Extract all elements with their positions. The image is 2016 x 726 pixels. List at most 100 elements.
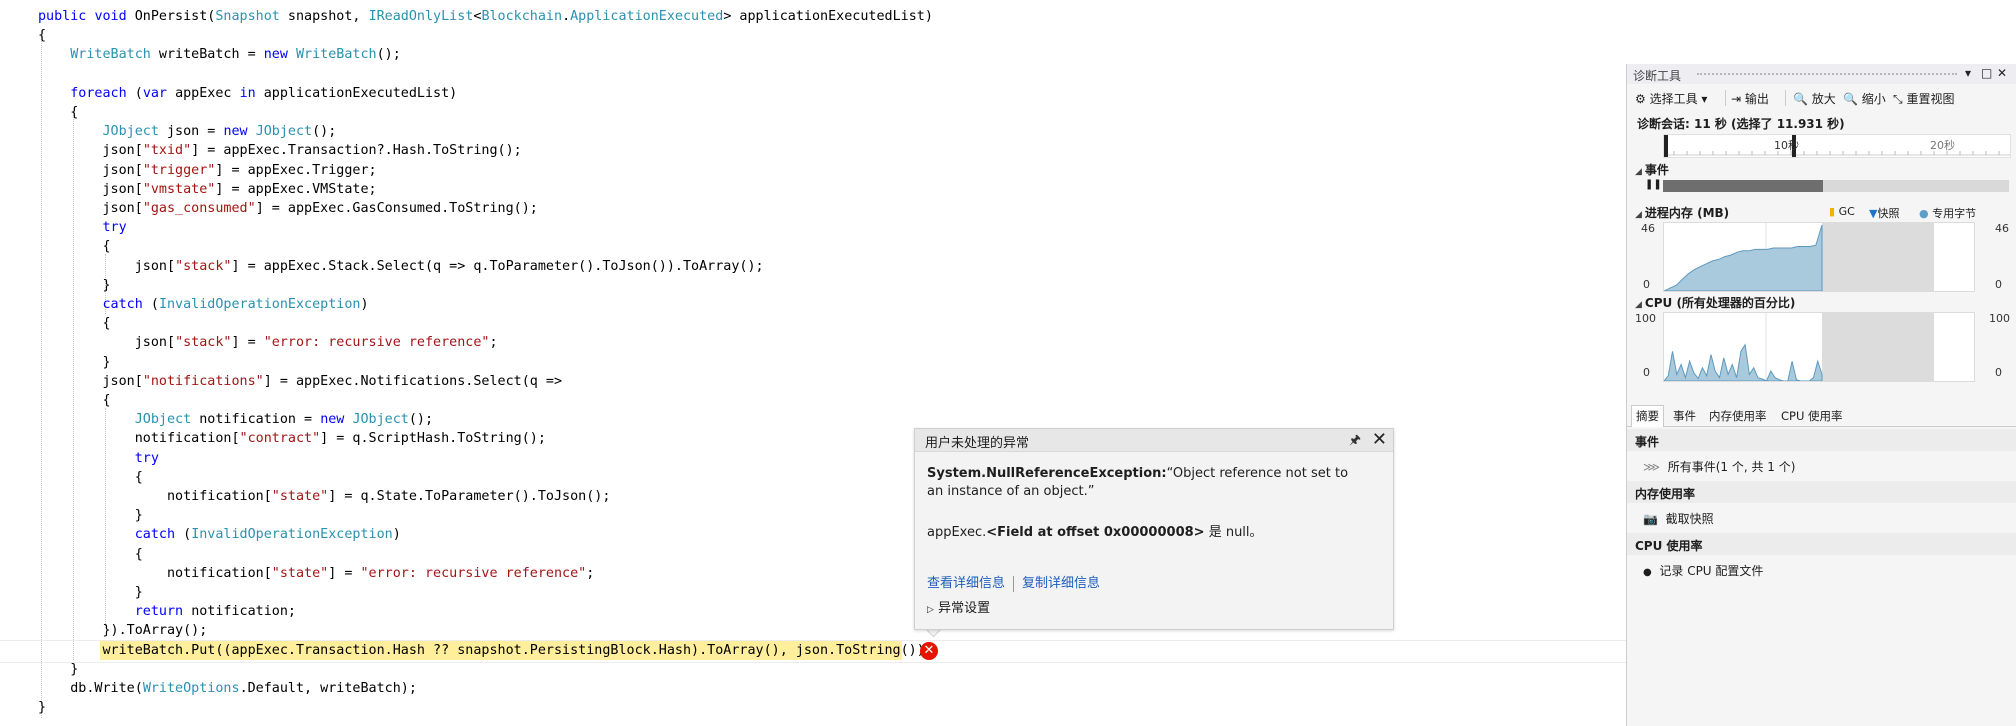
code-line: foreach (var appExec in applicationExecu… — [38, 84, 457, 103]
code-token: json[ — [38, 201, 143, 216]
code-line: db.Write(WriteOptions.Default, writeBatc… — [38, 679, 417, 698]
code-token: Snapshot — [215, 9, 280, 24]
exception-links: 查看详细信息 复制详细信息 — [927, 572, 1100, 592]
view-details-link[interactable]: 查看详细信息 — [927, 576, 1005, 591]
cpu-chart[interactable] — [1662, 312, 1975, 382]
memory-axis-max: 46 — [1641, 222, 1655, 235]
code-line: catch (InvalidOperationException) — [38, 525, 401, 544]
exception-settings-expander[interactable]: ▷ 异常设置 — [927, 597, 990, 616]
code-token: { — [38, 316, 111, 332]
summary-memory-header: 内存使用率 — [1627, 481, 2016, 503]
summary-memory-label: 内存使用率 — [1635, 487, 1696, 501]
code-line: try — [38, 449, 159, 468]
cpu-axis-min-right: 0 — [1995, 366, 2002, 379]
code-token: ] = appExec.VMState; — [215, 181, 377, 197]
tab-memory-usage[interactable]: 内存使用率 — [1709, 408, 1767, 424]
all-events-item[interactable]: ⋙ 所有事件(1 个, 共 1 个) — [1643, 458, 1795, 475]
all-events-label: 所有事件(1 个, 共 1 个) — [1667, 460, 1796, 474]
session-info: 诊断会话: 11 秒 (选择了 11.931 秒) — [1637, 117, 1845, 131]
copy-details-link[interactable]: 复制详细信息 — [1022, 576, 1100, 591]
output-button[interactable]: ⇥ 输出 — [1731, 90, 1769, 107]
tab-summary[interactable]: 摘要 — [1631, 405, 1664, 427]
exception-detail: appExec.<Field at offset 0x00000008> 是 n… — [927, 521, 1263, 540]
code-token: json[ — [38, 335, 176, 351]
code-token: ) — [360, 297, 369, 312]
code-token: ] = q.State.ToParameter().ToJson(); — [328, 489, 611, 504]
memory-axis-max-right: 46 — [1995, 222, 2009, 235]
tab-cpu-usage[interactable]: CPU 使用率 — [1781, 408, 1843, 424]
code-token: ] = appExec.Stack.Select(q => q.ToParame… — [231, 258, 764, 274]
code-token: "error: recursive reference" — [263, 335, 490, 351]
link-separator — [1013, 575, 1015, 592]
code-token: { — [38, 546, 143, 562]
code-token: InvalidOperationException — [158, 297, 361, 312]
code-token: JObject — [352, 412, 409, 428]
memory-axis-min-right: 0 — [1995, 278, 2002, 291]
code-line: { — [38, 237, 111, 256]
exception-message: System.NullReferenceException:“Object re… — [927, 465, 1367, 501]
memory-chart[interactable] — [1663, 222, 1975, 292]
code-token: InvalidOperationException — [191, 527, 393, 543]
code-line: public void OnPersist(Snapshot snapshot,… — [38, 7, 933, 26]
reset-view-button[interactable]: ⤡ 重置视图 — [1893, 90, 1954, 107]
legend-gc-label: GC — [1838, 205, 1855, 218]
code-token: json[ — [38, 258, 176, 274]
code-token: WriteBatch — [296, 47, 377, 63]
output-label: 输出 — [1744, 92, 1769, 106]
code-token: } — [38, 700, 47, 716]
pause-icon[interactable]: ❚❚ — [1645, 179, 1662, 190]
code-line: } — [38, 660, 78, 679]
camera-icon: 📷 — [1643, 512, 1658, 526]
close-panel-icon[interactable]: ✕ — [1997, 66, 2007, 80]
window-menu-icon[interactable]: ▾ — [1965, 66, 1971, 80]
code-token: snapshot, — [279, 9, 369, 24]
code-token: notification = — [191, 412, 321, 428]
code-token: json[ — [38, 162, 143, 178]
code-line: { — [38, 314, 111, 333]
code-token: JObject — [255, 124, 313, 140]
code-token: ] = appExec.Trigger; — [215, 162, 377, 178]
code-token: "gas_consumed" — [142, 201, 256, 216]
memory-series-area — [1663, 224, 1823, 292]
code-token: try — [134, 450, 159, 466]
cpu-series-area — [1662, 343, 1823, 382]
tab-events[interactable]: 事件 — [1673, 408, 1696, 424]
code-line: JObject json = new JObject(); — [38, 122, 337, 141]
code-line: json["gas_consumed"] = appExec.GasConsum… — [38, 199, 537, 218]
code-token: foreach — [70, 85, 135, 101]
events-timeline-rest — [1823, 180, 2009, 192]
legend-private-bytes: ● 专用字节 — [1919, 205, 1976, 221]
cpu-section-header[interactable]: ◢ CPU (所有处理器的百分比) — [1635, 294, 1795, 311]
close-icon[interactable]: ✕ — [1372, 429, 1387, 450]
code-token: ApplicationExecuted — [570, 9, 724, 24]
zoom-out-button[interactable]: 🔍 缩小 — [1843, 90, 1886, 107]
code-token: json[ — [38, 143, 143, 159]
code-token: "contract" — [239, 431, 321, 447]
events-section-header[interactable]: ◢ 事件 — [1635, 161, 1669, 178]
code-token: ] = — [328, 565, 361, 581]
exception-type: System.NullReferenceException: — [927, 466, 1167, 481]
code-token: { — [38, 239, 111, 255]
maximize-icon[interactable]: □ — [1981, 66, 1992, 80]
panel-title: 诊断工具 — [1633, 69, 1682, 83]
select-tools-label: 选择工具 ▾ — [1649, 92, 1708, 106]
collapse-triangle-icon: ◢ — [1635, 300, 1642, 310]
code-token: json[ — [38, 373, 143, 389]
exception-helper-popup: 用户未处理的异常 🖈 ✕ System.NullReferenceExcepti… — [914, 428, 1394, 630]
exception-header: 用户未处理的异常 🖈 ✕ — [915, 429, 1393, 452]
code-token: "stack" — [175, 258, 232, 274]
pin-icon[interactable]: 🖈 — [1349, 431, 1361, 453]
zoom-in-button[interactable]: 🔍 放大 — [1793, 90, 1836, 107]
record-cpu-label: 记录 CPU 配置文件 — [1659, 564, 1764, 578]
cpu-unselected-region — [1822, 313, 1934, 381]
code-token: . — [562, 9, 571, 24]
code-token: appExec — [175, 85, 240, 101]
legend-snapshot-label: 快照 — [1877, 207, 1900, 220]
take-snapshot-button[interactable]: 📷 截取快照 — [1643, 510, 1714, 527]
memory-section-header[interactable]: ◢ 进程内存 (MB) — [1635, 204, 1729, 221]
select-tools-button[interactable]: ⚙ 选择工具 ▾ — [1635, 90, 1707, 107]
record-cpu-profile-button[interactable]: ● 记录 CPU 配置文件 — [1643, 562, 1763, 579]
timeline-ruler[interactable]: 10秒 20秒 — [1663, 134, 2011, 158]
legend-private-label: 专用字节 — [1932, 207, 1977, 220]
